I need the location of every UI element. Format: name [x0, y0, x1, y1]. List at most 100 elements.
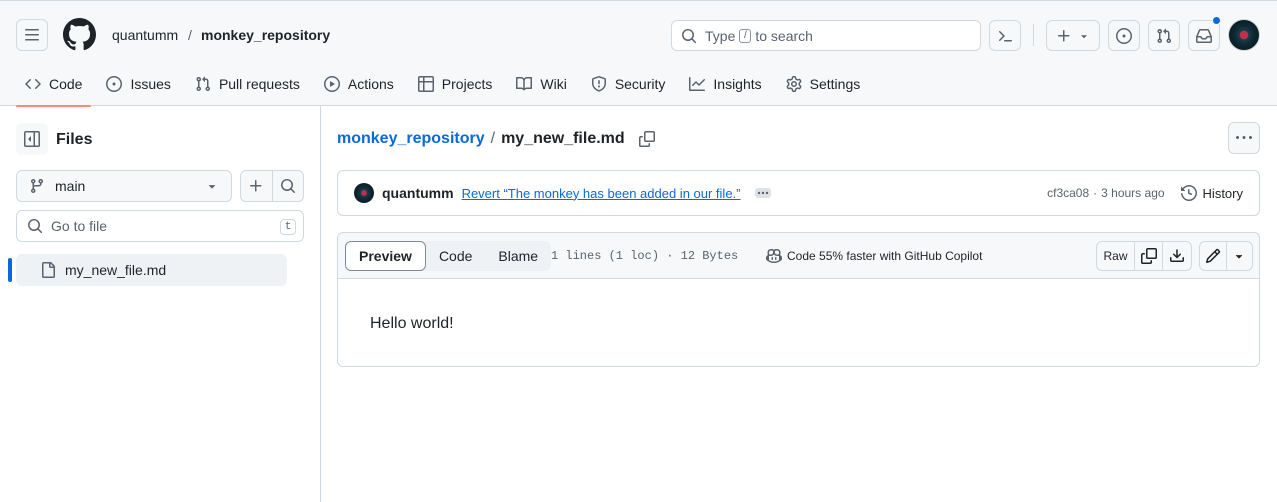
notification-indicator	[1212, 16, 1221, 25]
search-placeholder-suffix: to search	[755, 27, 813, 44]
github-logo-icon[interactable]	[63, 18, 96, 51]
graph-icon	[689, 77, 706, 91]
search-files-button[interactable]	[273, 171, 304, 201]
tree-item-label: my_new_file.md	[65, 262, 167, 278]
edit-options-dropdown[interactable]	[1227, 242, 1253, 270]
header-divider	[1033, 24, 1034, 46]
plus-icon	[1058, 29, 1070, 41]
download-raw-button[interactable]	[1163, 242, 1191, 270]
kebab-horizontal-icon	[1236, 136, 1252, 139]
issue-opened-icon	[106, 76, 123, 92]
file-stats: 1 lines (1 loc) · 12 Bytes	[551, 249, 739, 263]
commit-time: 3 hours ago	[1101, 186, 1165, 200]
file-icon	[42, 262, 55, 278]
edit-actions	[1199, 241, 1253, 271]
plus-icon	[250, 180, 262, 192]
preview-paragraph: Hello world!	[370, 315, 454, 332]
terminal-icon	[999, 30, 1012, 41]
create-new-button[interactable]	[1046, 20, 1100, 51]
triangle-down-icon	[1236, 255, 1243, 259]
your-pull-requests-button[interactable]	[1148, 20, 1180, 51]
copy-icon	[1140, 248, 1157, 264]
tree-actions	[240, 170, 304, 202]
go-to-file-shortcut: t	[280, 219, 296, 235]
collapse-sidebar-button[interactable]	[16, 123, 48, 155]
tab-pull-requests[interactable]: Pull requests	[186, 65, 309, 103]
global-header: quantumm / monkey_repository Type / to s…	[0, 0, 1277, 107]
branch-name: main	[55, 178, 86, 194]
file-viewer: Preview Code Blame 1 lines (1 loc) · 12 …	[337, 232, 1260, 367]
tab-issues[interactable]: Issues	[97, 65, 179, 103]
user-avatar[interactable]	[1228, 19, 1260, 51]
expand-commit-message-button[interactable]	[754, 188, 771, 198]
selected-indicator	[8, 258, 12, 282]
tab-label: Actions	[347, 76, 394, 92]
history-button[interactable]: History	[1180, 185, 1243, 201]
copy-raw-button[interactable]	[1135, 242, 1163, 270]
file-tree-sidebar: Files main Go to file t my_new_file.md	[0, 106, 321, 502]
copy-path-button[interactable]	[638, 131, 655, 147]
search-placeholder-prefix: Type	[705, 27, 736, 44]
copy-icon	[638, 131, 655, 147]
view-mode-switch: Preview Code Blame	[345, 241, 552, 271]
breadcrumb-separator: /	[188, 27, 192, 43]
commit-message-link[interactable]: Revert “The monkey has been added in our…	[462, 186, 741, 201]
tab-settings[interactable]: Settings	[777, 65, 870, 103]
commit-author-avatar[interactable]	[354, 183, 374, 203]
command-palette-button[interactable]	[989, 20, 1021, 51]
git-pull-request-icon	[196, 76, 210, 92]
download-icon	[1170, 249, 1184, 262]
table-icon	[417, 76, 434, 92]
search-icon	[28, 219, 43, 234]
copilot-text: Code 55% faster with GitHub Copilot	[787, 249, 983, 263]
edit-file-button[interactable]	[1200, 242, 1227, 270]
more-options-button[interactable]	[1228, 122, 1260, 154]
path-separator: /	[490, 130, 496, 147]
search-input[interactable]: Type / to search	[671, 20, 981, 51]
file-actions: Raw	[1096, 241, 1192, 271]
code-icon	[25, 78, 41, 90]
markdown-preview: Hello world!	[338, 279, 1259, 369]
triangle-down-icon	[1081, 34, 1087, 38]
your-issues-button[interactable]	[1108, 20, 1140, 51]
branch-selector[interactable]: main	[16, 170, 232, 202]
tab-code[interactable]: Code	[16, 65, 92, 107]
tab-insights[interactable]: Insights	[680, 65, 770, 103]
view-tab-code[interactable]: Code	[426, 241, 485, 271]
tab-security[interactable]: Security	[582, 65, 675, 103]
raw-button[interactable]: Raw	[1097, 242, 1135, 270]
book-icon	[516, 76, 533, 91]
tab-label: Code	[49, 76, 83, 92]
repo-nav: Code Issues Pull requests Actions Projec…	[16, 65, 875, 107]
shield-icon	[591, 76, 606, 92]
add-file-button[interactable]	[241, 171, 273, 201]
view-tab-blame[interactable]: Blame	[485, 241, 551, 271]
tab-actions[interactable]: Actions	[315, 65, 403, 103]
tab-label: Settings	[809, 76, 861, 92]
meta-dot: ·	[1093, 186, 1098, 200]
commit-sha[interactable]: cf3ca08	[1047, 186, 1089, 200]
files-heading: Files	[56, 131, 93, 148]
breadcrumb-repo[interactable]: monkey_repository	[201, 27, 330, 43]
ellipsis-icon	[757, 191, 768, 195]
triangle-down-icon	[208, 185, 216, 189]
path-repo-link[interactable]: monkey_repository	[337, 130, 485, 148]
search-icon	[280, 179, 295, 194]
breadcrumb-owner[interactable]: quantumm	[112, 27, 178, 43]
tab-label: Projects	[441, 76, 493, 92]
go-to-file-placeholder: Go to file	[51, 218, 108, 234]
tab-label: Security	[614, 76, 666, 92]
hamburger-menu-button[interactable]	[16, 19, 48, 51]
three-bars-icon	[25, 29, 39, 41]
search-icon	[682, 28, 697, 43]
tab-wiki[interactable]: Wiki	[507, 65, 575, 103]
tree-item-file[interactable]: my_new_file.md	[16, 254, 287, 286]
copilot-promo[interactable]: Code 55% faster with GitHub Copilot	[766, 248, 982, 264]
issue-opened-icon	[1116, 27, 1132, 44]
file-path-breadcrumb: monkey_repository / my_new_file.md	[337, 130, 655, 148]
go-to-file-input[interactable]: Go to file t	[16, 210, 304, 242]
tab-projects[interactable]: Projects	[409, 65, 502, 103]
pencil-icon	[1205, 248, 1220, 264]
view-tab-preview[interactable]: Preview	[345, 241, 426, 271]
commit-author[interactable]: quantumm	[382, 185, 454, 201]
